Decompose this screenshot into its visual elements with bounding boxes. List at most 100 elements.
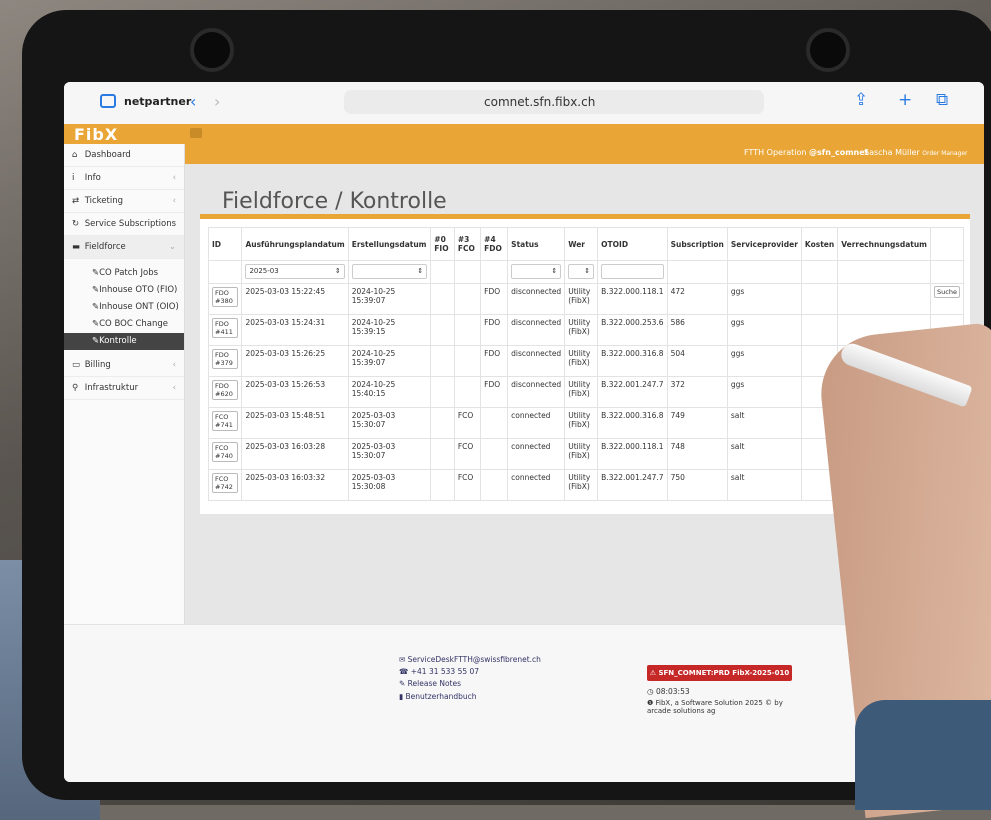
footer-email-link[interactable]: ✉ ServiceDeskFTTH@swissfibrenet.ch bbox=[399, 655, 541, 664]
new-tab-icon[interactable]: + bbox=[898, 90, 912, 110]
sidebar-item-label: Info bbox=[84, 173, 101, 183]
cell-otoid: B.322.001.247.7 bbox=[597, 469, 668, 501]
col-kosten[interactable]: Kosten bbox=[800, 227, 839, 261]
col-fio[interactable]: #0 FIO bbox=[430, 227, 455, 261]
back-icon[interactable]: ‹ bbox=[190, 92, 196, 111]
fibx-logo[interactable]: FibX bbox=[74, 125, 118, 144]
col-serviceprovider[interactable]: Serviceprovider bbox=[726, 227, 802, 261]
sidebar-item-infrastruktur[interactable]: ⚲ Infrastruktur ‹ bbox=[64, 377, 184, 400]
status-filter[interactable]: ⇕ bbox=[511, 264, 562, 279]
cell-kosten bbox=[800, 314, 839, 346]
forward-icon[interactable]: › bbox=[214, 92, 220, 111]
cell-wer: Utility (FibX) bbox=[564, 469, 599, 501]
sidebar-subitem-co-boc-change[interactable]: ✎CO BOC Change bbox=[64, 316, 184, 333]
footer-manual-link[interactable]: ▮ Benutzerhandbuch bbox=[399, 692, 476, 701]
table-filter-row: 2025-03 ⇕ ⇕ ⇕ ⇕ bbox=[207, 260, 964, 284]
footer-phone-link[interactable]: ☎ +41 31 533 55 07 bbox=[399, 667, 479, 676]
plandatum-filter[interactable]: 2025-03 ⇕ bbox=[245, 264, 345, 279]
id-tag-button[interactable]: FDO #380 bbox=[212, 287, 239, 307]
cell-otoid: B.322.000.316.8 bbox=[597, 407, 668, 439]
cell-fio bbox=[430, 469, 455, 501]
col-id[interactable]: ID bbox=[207, 227, 243, 261]
cell-subscription: 748 bbox=[666, 438, 728, 470]
col-verrechnungsdatum[interactable]: Verrechnungsdatum bbox=[837, 227, 931, 261]
cell-erstellungsdatum: 2024-10-25 15:39:15 bbox=[347, 314, 432, 346]
tabs-overview-icon[interactable]: ⧉ bbox=[936, 90, 948, 110]
col-plandatum[interactable]: Ausführungsplandatum bbox=[241, 227, 349, 261]
search-button[interactable]: Suche bbox=[934, 286, 960, 298]
menu-toggle-icon[interactable] bbox=[190, 128, 202, 138]
filter-value: 2025-03 bbox=[249, 267, 279, 275]
cell-erstellungsdatum: 2025-03-03 15:30:07 bbox=[347, 407, 432, 439]
cell-actions: Suche bbox=[930, 283, 964, 315]
cell-status: connected bbox=[507, 407, 566, 439]
col-fdo[interactable]: #4 FDO bbox=[480, 227, 509, 261]
select-arrows-icon: ⇕ bbox=[584, 267, 591, 275]
sidebar-subitem-kontrolle[interactable]: ✎Kontrolle bbox=[64, 333, 184, 350]
chevron-left-icon: ‹ bbox=[172, 173, 176, 183]
cell-fio bbox=[430, 345, 455, 377]
cell-status: disconnected bbox=[507, 345, 566, 377]
col-status[interactable]: Status bbox=[507, 227, 566, 261]
id-tag-button[interactable]: FDO #620 bbox=[212, 380, 239, 400]
id-tag-button[interactable]: FCO #740 bbox=[212, 442, 239, 462]
sidebar-toggle-icon[interactable] bbox=[100, 94, 116, 108]
address-bar[interactable]: comnet.sfn.fibx.ch bbox=[344, 90, 764, 114]
truck-icon: ▬ bbox=[72, 242, 81, 252]
footer-release-notes-link[interactable]: ✎ Release Notes bbox=[399, 679, 461, 688]
share-icon[interactable]: ⇪ bbox=[854, 90, 868, 110]
sidebar-item-info[interactable]: i Info ‹ bbox=[64, 167, 184, 190]
sidebar-subitem-inhouse-ont[interactable]: ✎Inhouse ONT (OIO) bbox=[64, 299, 184, 316]
cell-status: connected bbox=[507, 469, 566, 501]
app-header bbox=[64, 124, 984, 144]
camera-lens bbox=[190, 28, 234, 72]
browser-tab-title[interactable]: netpartner bbox=[124, 95, 191, 108]
col-erstellungsdatum[interactable]: Erstellungsdatum bbox=[347, 227, 432, 261]
prd-badge-text: SFN_COMNET:PRD FibX-2025-010 bbox=[658, 669, 790, 677]
id-tag-button[interactable]: FDO #411 bbox=[212, 318, 239, 338]
footer-manual: Benutzerhandbuch bbox=[405, 692, 477, 701]
sidebar-item-label: Infrastruktur bbox=[84, 383, 139, 393]
id-tag-button[interactable]: FDO #379 bbox=[212, 349, 239, 369]
cell-wer: Utility (FibX) bbox=[564, 438, 599, 470]
sidebar-item-label: Dashboard bbox=[84, 150, 131, 160]
refresh-icon: ↻ bbox=[72, 219, 80, 229]
cell-serviceprovider: salt bbox=[726, 469, 802, 501]
sidebar-subitem-co-patch-jobs[interactable]: ✎CO Patch Jobs bbox=[64, 265, 184, 282]
sidebar-item-billing[interactable]: ▭ Billing ‹ bbox=[64, 354, 184, 377]
id-tag-button[interactable]: FCO #741 bbox=[212, 411, 239, 431]
sidebar-item-label: Service Subscriptions bbox=[84, 219, 177, 229]
col-otoid[interactable]: OTOID bbox=[597, 227, 668, 261]
sidebar-item-service-subscriptions[interactable]: ↻ Service Subscriptions ‹ bbox=[64, 213, 184, 236]
table-row[interactable]: FDO #380 2025-03-03 15:22:45 2024-10-25 15… bbox=[207, 283, 964, 315]
cell-plandatum: 2025-03-03 15:48:51 bbox=[241, 407, 349, 439]
cell-fco: FCO bbox=[453, 407, 482, 439]
wer-filter[interactable]: ⇕ bbox=[568, 264, 595, 279]
cell-verrechnungsdatum bbox=[837, 283, 931, 315]
erstellungsdatum-filter[interactable]: ⇕ bbox=[351, 264, 428, 279]
sidebar-subitem-inhouse-oto[interactable]: ✎Inhouse OTO (FIO) bbox=[64, 282, 184, 299]
ftth-handle: @sfn_comnet bbox=[809, 148, 869, 157]
sidebar-item-dashboard[interactable]: ⌂ Dashboard bbox=[64, 144, 184, 167]
col-wer[interactable]: Wer bbox=[564, 227, 599, 261]
footer-clock: ◷ 08:03:53 bbox=[647, 687, 690, 696]
otoid-filter[interactable] bbox=[601, 264, 664, 279]
user-role: Order Manager bbox=[922, 150, 968, 157]
prd-badge: ⚠ SFN_COMNET:PRD FibX-2025-010 bbox=[647, 665, 792, 681]
col-fco[interactable]: #3 FCO bbox=[453, 227, 482, 261]
sidebar-item-ticketing[interactable]: ⇄ Ticketing ‹ bbox=[64, 190, 184, 213]
cell-fio bbox=[430, 283, 455, 315]
sidebar: ⌂ Dashboard i Info ‹ ⇄ Ticketing ‹ ↻ Servi… bbox=[64, 144, 185, 624]
cell-fdo: FDO bbox=[480, 314, 509, 346]
cell-fdo: FDO bbox=[480, 283, 509, 315]
cell-otoid: B.322.001.247.7 bbox=[597, 376, 668, 408]
id-tag-button[interactable]: FCO #742 bbox=[212, 473, 239, 493]
sidebar-item-fieldforce[interactable]: ▬ Fieldforce ⌄ bbox=[64, 236, 184, 259]
footer-email: ServiceDeskFTTH@swissfibrenet.ch bbox=[407, 655, 541, 664]
user-menu[interactable]: Sascha Müller Order Manager bbox=[864, 148, 968, 157]
col-subscription[interactable]: Subscription bbox=[666, 227, 728, 261]
table-row[interactable]: FDO #411 2025-03-03 15:24:31 2024-10-25 15… bbox=[207, 314, 964, 346]
billing-icon: ▭ bbox=[72, 360, 81, 370]
select-arrows-icon: ⇕ bbox=[551, 267, 558, 275]
cell-serviceprovider: salt bbox=[726, 438, 802, 470]
